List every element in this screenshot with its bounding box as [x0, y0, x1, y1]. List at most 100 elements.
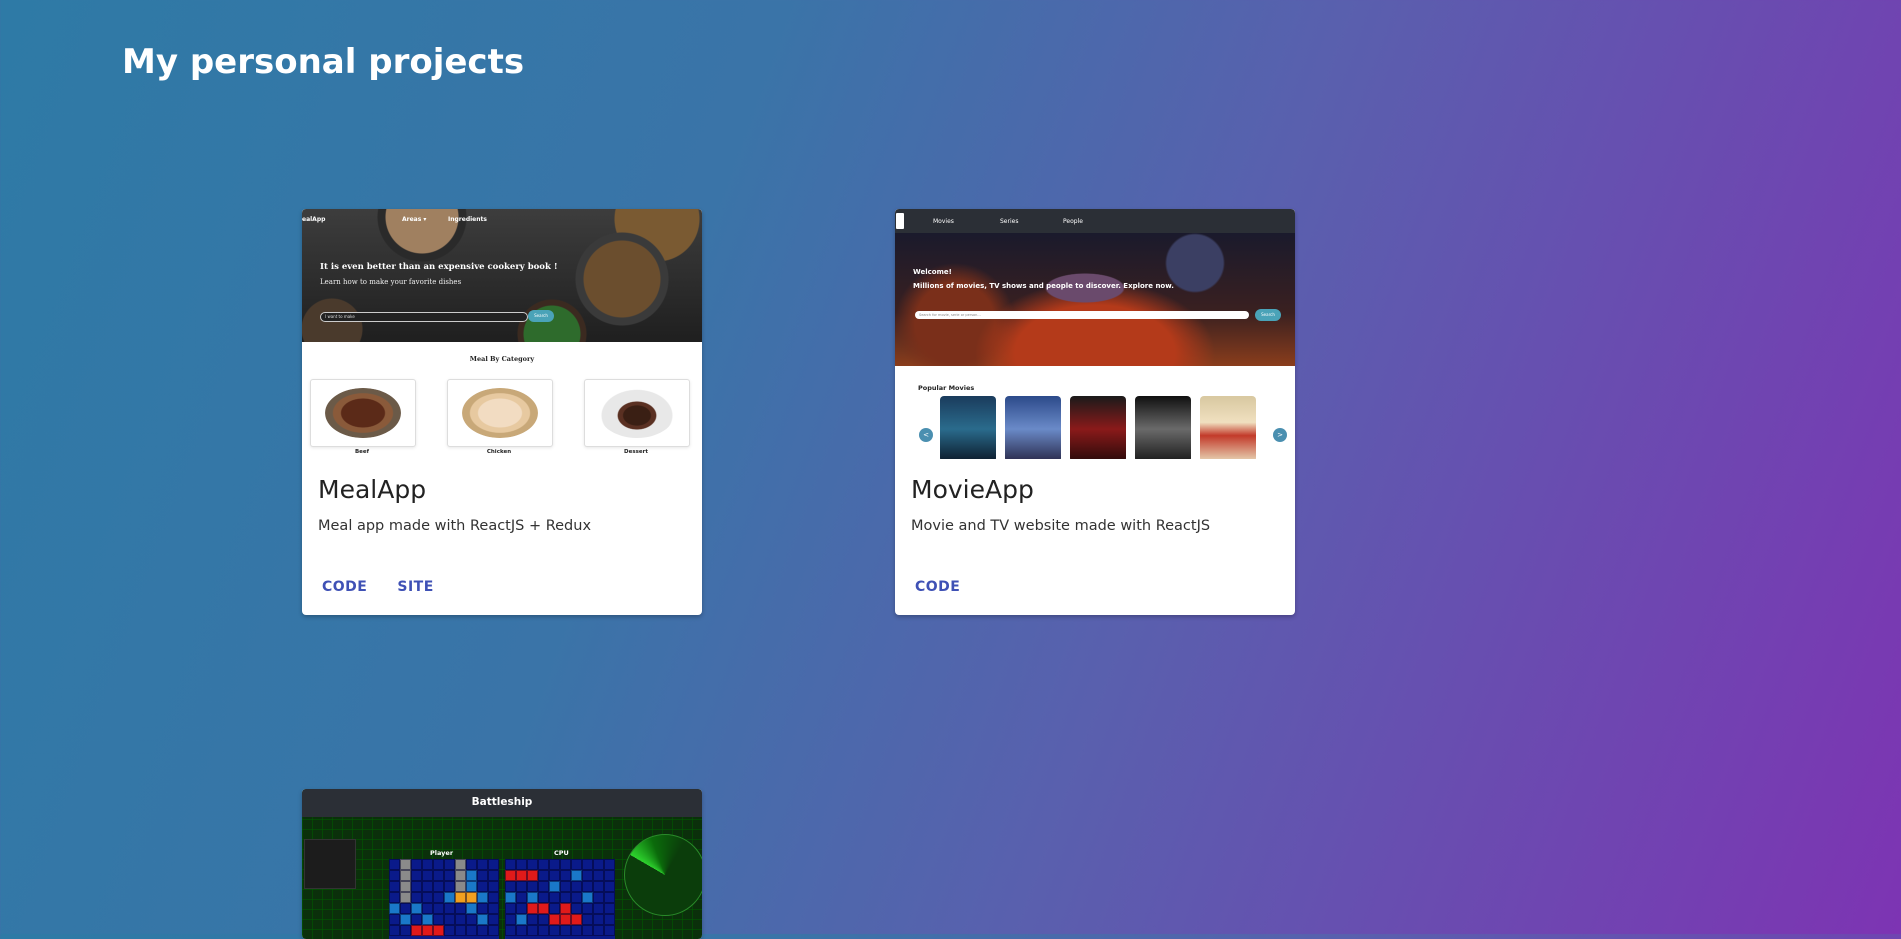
meal-preview-subtitle: Learn how to make your favorite dishes — [320, 278, 462, 286]
grid-cell — [400, 925, 411, 936]
grid-cell — [582, 881, 593, 892]
meal-category-label-dessert: Dessert — [624, 449, 648, 455]
grid-cell — [571, 925, 582, 936]
grid-cell — [560, 881, 571, 892]
grid-cell — [477, 914, 488, 925]
page-title: My personal projects — [122, 42, 525, 82]
battleship-player-grid — [389, 859, 499, 939]
grid-cell — [455, 925, 466, 936]
grid-cell — [444, 914, 455, 925]
grid-cell — [466, 914, 477, 925]
grid-cell — [516, 914, 527, 925]
movie-hero-banner: Welcome! Millions of movies, TV shows an… — [895, 233, 1295, 366]
meal-hero-banner — [302, 209, 702, 342]
movie-poster — [1135, 396, 1191, 459]
grid-cell — [400, 914, 411, 925]
meal-preview-nav-ingredients: Ingredients — [448, 216, 487, 223]
grid-cell — [593, 914, 604, 925]
grid-cell — [604, 892, 615, 903]
card-description: Meal app made with ReactJS + Redux — [318, 518, 592, 534]
grid-cell — [444, 925, 455, 936]
grid-cell — [433, 892, 444, 903]
grid-cell — [466, 881, 477, 892]
movie-preview-nav-people: People — [1063, 218, 1083, 225]
grid-cell — [505, 925, 516, 936]
meal-preview-logo: ealApp — [302, 216, 326, 223]
grid-cell — [411, 925, 422, 936]
movie-poster — [1005, 396, 1061, 459]
grid-cell — [593, 859, 604, 870]
movie-preview-nav-series: Series — [1000, 218, 1019, 225]
code-button[interactable]: CODE — [907, 573, 968, 601]
grid-cell — [505, 903, 516, 914]
grid-cell — [538, 859, 549, 870]
grid-cell — [560, 925, 571, 936]
mealapp-preview-image: ealApp Areas ▾ Ingredients It is even be… — [302, 209, 702, 459]
grid-cell — [433, 881, 444, 892]
grid-cell — [433, 859, 444, 870]
battleship-ship-panel — [304, 839, 356, 889]
grid-cell — [444, 892, 455, 903]
grid-cell — [505, 881, 516, 892]
grid-cell — [527, 903, 538, 914]
beef-image — [325, 388, 401, 438]
meal-preview-nav-areas: Areas ▾ — [402, 216, 427, 223]
project-card-movieapp: Movies Series People Welcome! Millions o… — [895, 209, 1295, 615]
grid-cell — [538, 914, 549, 925]
grid-cell — [400, 892, 411, 903]
grid-cell — [516, 859, 527, 870]
dessert-image — [599, 388, 675, 438]
grid-cell — [505, 859, 516, 870]
meal-preview-search: I want to make — [320, 312, 528, 322]
grid-cell — [400, 881, 411, 892]
grid-cell — [488, 892, 499, 903]
grid-cell — [527, 881, 538, 892]
chicken-image — [462, 388, 538, 438]
grid-cell — [582, 925, 593, 936]
grid-cell — [389, 859, 400, 870]
grid-cell — [411, 914, 422, 925]
grid-cell — [571, 870, 582, 881]
grid-cell — [411, 881, 422, 892]
grid-cell — [604, 859, 615, 870]
movie-preview-nav: Movies Series People — [895, 209, 1295, 233]
grid-cell — [582, 892, 593, 903]
grid-cell — [516, 903, 527, 914]
grid-cell — [477, 903, 488, 914]
grid-cell — [389, 870, 400, 881]
grid-cell — [604, 925, 615, 936]
site-button[interactable]: SITE — [389, 573, 441, 601]
grid-cell — [466, 870, 477, 881]
grid-cell — [571, 859, 582, 870]
grid-cell — [411, 870, 422, 881]
movie-preview-search: Search for movie, serie or person... — [915, 311, 1249, 319]
grid-cell — [444, 859, 455, 870]
card-content: MealApp Meal app made with ReactJS + Red… — [302, 459, 702, 615]
grid-cell — [505, 914, 516, 925]
battleship-preview-header: Battleship — [302, 789, 702, 817]
grid-cell — [560, 914, 571, 925]
grid-cell — [411, 892, 422, 903]
grid-cell — [466, 925, 477, 936]
grid-cell — [466, 859, 477, 870]
grid-cell — [488, 870, 499, 881]
grid-cell — [400, 870, 411, 881]
battleship-cpu-label: CPU — [554, 849, 569, 857]
grid-cell — [389, 914, 400, 925]
grid-cell — [593, 903, 604, 914]
grid-cell — [389, 903, 400, 914]
meal-category-label-chicken: Chicken — [486, 449, 512, 455]
grid-cell — [527, 870, 538, 881]
grid-cell — [455, 914, 466, 925]
grid-cell — [516, 892, 527, 903]
grid-cell — [400, 859, 411, 870]
grid-cell — [455, 903, 466, 914]
grid-cell — [593, 881, 604, 892]
card-content: MovieApp Movie and TV website made with … — [895, 459, 1295, 615]
card-actions: CODE — [907, 573, 968, 601]
code-button[interactable]: CODE — [314, 573, 375, 601]
grid-cell — [488, 859, 499, 870]
grid-cell — [560, 903, 571, 914]
grid-cell — [422, 903, 433, 914]
grid-cell — [560, 892, 571, 903]
